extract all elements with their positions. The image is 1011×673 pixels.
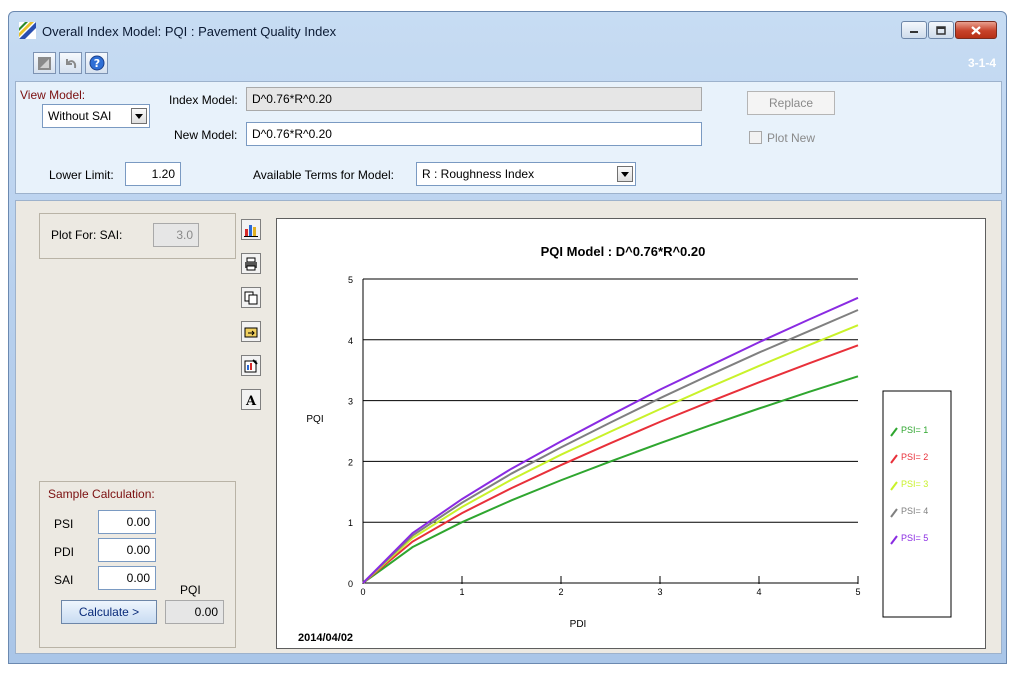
copy-button[interactable] [241, 287, 261, 308]
y-axis-label: PQI [306, 414, 323, 425]
copy-icon [244, 291, 258, 304]
series-line [362, 344, 859, 584]
legend-entry: PSI= 2 [901, 452, 928, 462]
undo-icon [66, 58, 77, 68]
plot-new-checkbox[interactable] [749, 131, 762, 144]
pdi-input[interactable]: 0.00 [98, 538, 156, 562]
available-terms-value: R : Roughness Index [422, 167, 535, 181]
view-model-value: Without SAI [48, 109, 112, 123]
minimize-button[interactable] [901, 21, 927, 39]
pqi-label: PQI [180, 583, 201, 597]
legend-entry: PSI= 1 [901, 425, 928, 435]
printer-icon [245, 257, 257, 270]
x-tick-label: 3 [657, 587, 662, 597]
save-icon [38, 56, 51, 70]
legend-entry: PSI= 4 [901, 506, 928, 516]
pqi-chart: PQI Model : D^0.76*R^0.20 PQI PDI 2014/0… [298, 244, 952, 644]
svg-text:?: ? [93, 57, 99, 70]
model-panel: View Model: Without SAI Index Model: D^0… [15, 81, 1002, 194]
maximize-button[interactable] [928, 21, 954, 39]
index-model-label: Index Model: [169, 93, 238, 107]
chart-date: 2014/04/02 [298, 632, 353, 644]
legend-entry: PSI= 5 [901, 533, 928, 543]
y-tick-label: 3 [348, 397, 353, 407]
available-terms-select[interactable]: R : Roughness Index [416, 162, 636, 186]
y-tick-label: 5 [348, 275, 353, 285]
maximize-icon [936, 25, 946, 35]
sai-label: SAI [54, 573, 74, 587]
view-model-label: View Model: [20, 88, 86, 102]
dropdown-button[interactable] [617, 166, 633, 182]
print-button[interactable] [241, 253, 261, 274]
chart-type-button[interactable] [241, 219, 261, 240]
close-icon [971, 25, 981, 35]
svg-text:A: A [245, 394, 257, 407]
view-model-select[interactable]: Without SAI [42, 104, 150, 128]
export-button[interactable] [241, 321, 261, 342]
y-tick-label: 0 [348, 579, 353, 589]
series-line [362, 324, 859, 584]
x-axis-label: PDI [570, 619, 587, 630]
sai-input[interactable]: 0.00 [98, 566, 156, 590]
help-button[interactable]: ? [85, 52, 108, 74]
series-line [362, 375, 859, 584]
chart-area: PQI Model : D^0.76*R^0.20 PQI PDI 2014/0… [276, 218, 986, 649]
y-tick-label: 2 [348, 457, 353, 467]
dropdown-button[interactable] [131, 108, 147, 124]
sample-calc-title: Sample Calculation: [48, 487, 155, 501]
available-terms-label: Available Terms for Model: [253, 168, 394, 182]
chart-properties-button[interactable] [241, 355, 261, 376]
properties-icon [244, 358, 258, 372]
undo-button[interactable] [59, 52, 82, 74]
help-icon: ? [89, 55, 104, 71]
replace-button[interactable]: Replace [747, 91, 835, 115]
plot-for-group: Plot For: SAI: 3.0 [39, 213, 236, 259]
index-model-field: D^0.76*R^0.20 [246, 87, 702, 111]
x-tick-label: 1 [459, 587, 464, 597]
legend-entry: PSI= 3 [901, 479, 928, 489]
pdi-label: PDI [54, 545, 75, 559]
save-button[interactable] [33, 52, 56, 74]
y-tick-label: 4 [348, 336, 353, 346]
title-bar: Overall Index Model: PQI : Pavement Qual… [9, 12, 1006, 48]
y-tick-label: 1 [348, 518, 353, 528]
x-tick-label: 2 [558, 587, 563, 597]
x-tick-label: 5 [855, 587, 860, 597]
app-window: Overall Index Model: PQI : Pavement Qual… [8, 11, 1007, 664]
psi-input[interactable]: 0.00 [98, 510, 156, 534]
series-line [362, 296, 859, 584]
lower-limit-label: Lower Limit: [49, 168, 114, 182]
chevron-down-icon [621, 171, 629, 177]
pqi-result-field: 0.00 [165, 600, 224, 624]
export-folder-icon [244, 327, 258, 337]
window-title: Overall Index Model: PQI : Pavement Qual… [42, 24, 337, 39]
app-logo-icon [19, 22, 36, 39]
form-code: 3-1-4 [967, 56, 996, 70]
chevron-down-icon [135, 113, 143, 119]
bar-chart-icon [244, 224, 258, 237]
toolbar: ? 3-1-4 [9, 48, 1006, 80]
font-icon: A [245, 394, 257, 407]
series-line [362, 309, 859, 584]
close-button[interactable] [955, 21, 997, 39]
plot-for-label: Plot For: SAI: [51, 228, 123, 242]
calculate-button[interactable]: Calculate > [61, 600, 157, 624]
new-model-label: New Model: [174, 128, 238, 142]
chart-title: PQI Model : D^0.76*R^0.20 [541, 244, 706, 259]
x-tick-label: 0 [360, 587, 365, 597]
plot-for-sai-field: 3.0 [153, 223, 199, 247]
x-tick-label: 4 [756, 587, 761, 597]
minimize-icon [910, 31, 918, 33]
lower-limit-input[interactable]: 1.20 [125, 162, 181, 186]
font-button[interactable]: A [241, 389, 261, 410]
new-model-input[interactable]: D^0.76*R^0.20 [246, 122, 702, 146]
plot-new-label: Plot New [767, 131, 816, 145]
psi-label: PSI [54, 517, 74, 531]
